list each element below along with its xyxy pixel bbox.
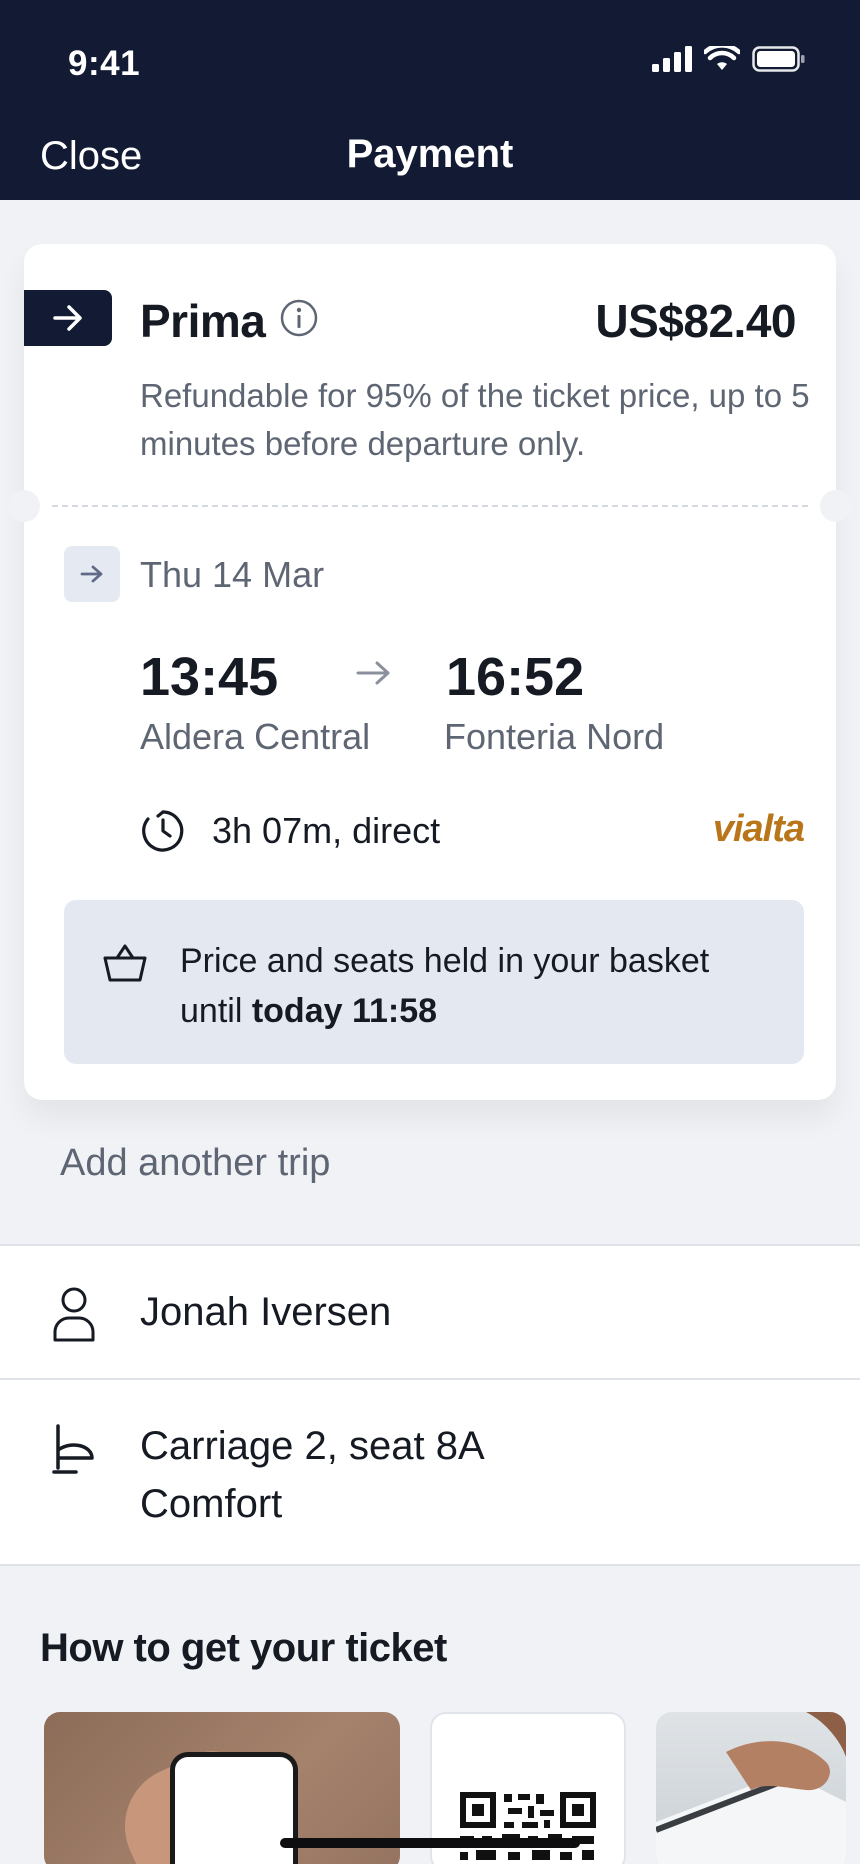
home-indicator [280,1838,580,1848]
departure-time: 13:45 [140,647,279,707]
arrival-time: 16:52 [446,647,585,707]
departure-station: Aldera Central [140,716,371,757]
signal-icon [652,46,692,72]
arrow-right-icon [80,565,103,583]
status-icons [652,46,806,72]
phone-icon [170,1752,298,1864]
app-header: 9:41 Close Payment [0,0,860,200]
dashed-divider [52,505,808,507]
seat-class: Comfort [140,1482,283,1526]
print-ticket-tile[interactable] [656,1712,846,1864]
status-time: 9:41 [68,44,141,83]
ticket-notch-left [8,490,40,522]
date-badge [64,546,120,602]
add-another-trip-link[interactable]: Add another trip [60,1142,330,1185]
hold-text: Price and seats held in your basket unti… [180,936,780,1036]
arrow-right-icon [356,661,390,685]
fare-description: Refundable for 95% of the ticket price, … [140,377,810,462]
seat-row[interactable]: Carriage 2, seat 8A Comfort [0,1378,860,1566]
fare-price: US$82.40 [595,295,796,347]
ticket-notch-right [820,490,852,522]
clock-icon [142,810,184,852]
fare-name: Prima [140,295,266,347]
person-icon [53,1287,95,1342]
page-title: Payment [346,132,514,176]
hand-holding-card-icon [656,1712,846,1864]
battery-icon [752,46,805,72]
direction-tab [24,290,112,346]
arrival-station: Fonteria Nord [444,716,665,757]
arrow-right-icon [53,305,82,331]
hold-deadline: today 11:58 [251,992,438,1030]
passenger-row[interactable]: Jonah Iversen [0,1244,860,1378]
journey-date: Thu 14 Mar [140,554,325,595]
ticket-section-title: How to get your ticket [40,1626,447,1670]
basket-icon [103,944,147,982]
operator-logo: vialta [712,808,805,850]
seat-number: Carriage 2, seat 8A [140,1424,485,1468]
journey-duration: 3h 07m, direct [212,810,441,851]
info-icon[interactable] [280,299,318,337]
trip-card: Prima US$82.40 Refundable for 95% of the… [8,244,852,1100]
seat-icon [52,1424,94,1474]
wifi-icon [704,46,740,70]
passenger-name: Jonah Iversen [140,1290,392,1334]
basket-hold-notice: Price and seats held in your basket unti… [64,900,804,1064]
